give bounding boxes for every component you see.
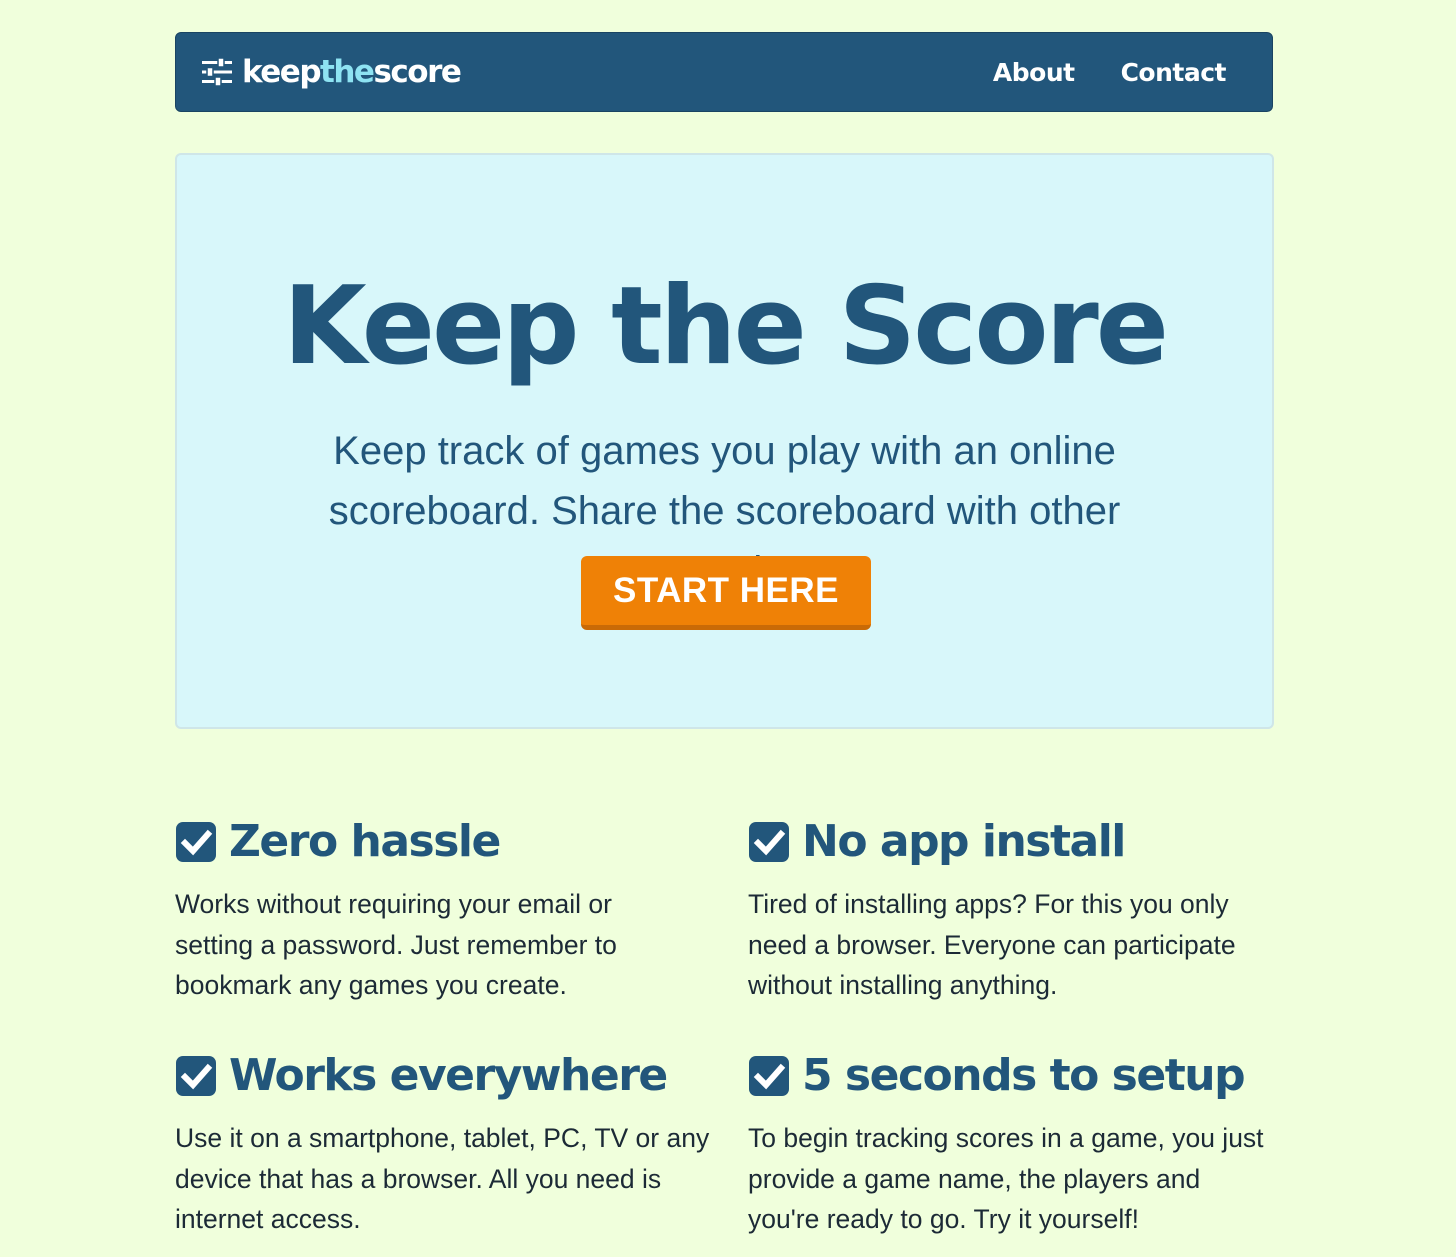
checkbox-icon [176, 1056, 216, 1096]
feature-heading-row: 5 seconds to setup [748, 1048, 1288, 1104]
feature-title: Works everywhere [229, 1050, 668, 1101]
feature-description-line-2: need a browser. Everyone can participate [748, 929, 1236, 960]
feature-description-line-3: bookmark any games you create. [175, 970, 567, 1000]
feature-description: Tired of installing apps? For this you o… [748, 884, 1288, 1006]
sliders-icon [202, 57, 232, 87]
start-here-button[interactable]: START HERE [581, 556, 871, 630]
feature-description-line-2: setting a password. Just remember to [175, 929, 617, 960]
checkbox-icon [749, 1056, 789, 1096]
brand-name-part-score: score [373, 53, 461, 90]
nav-links: About Contact [947, 33, 1227, 111]
brand-logo-link[interactable]: keepthescore [200, 33, 462, 111]
brand-name-part-keep: keep [242, 53, 322, 90]
hero-subtitle-line-1: Keep track of games you play with an onl… [333, 429, 1116, 473]
feature-no-app-install: No app install Tired of installing apps?… [748, 814, 1288, 1006]
feature-description-line-1: To begin tracking scores in a game, you … [748, 1123, 1264, 1153]
feature-description-line-3: without installing anything. [748, 970, 1058, 1000]
feature-description-line-3: you're ready to go. Try it yourself! [748, 1204, 1139, 1234]
feature-heading-row: No app install [748, 814, 1288, 870]
checkbox-icon [176, 822, 216, 862]
feature-heading-row: Works everywhere [175, 1048, 715, 1104]
feature-description-line-2: device that has a browser. All you need … [175, 1163, 662, 1194]
feature-title: Zero hassle [229, 816, 501, 867]
feature-heading-row: Zero hassle [175, 814, 715, 870]
nav-link-about[interactable]: About [993, 58, 1075, 87]
feature-works-everywhere: Works everywhere Use it on a smartphone,… [175, 1048, 715, 1240]
feature-description: Works without requiring your email or set… [175, 884, 715, 1006]
hero-title: Keep the Score [282, 264, 1169, 389]
checkbox-icon [749, 822, 789, 862]
feature-title: No app install [802, 816, 1126, 867]
nav-link-contact[interactable]: Contact [1121, 58, 1227, 87]
brand-name: keepthescore [242, 53, 462, 90]
feature-title: 5 seconds to setup [802, 1050, 1246, 1101]
feature-zero-hassle: Zero hassle Works without requiring your… [175, 814, 715, 1006]
feature-description-line-1: Use it on a smartphone, tablet, PC, TV o… [175, 1123, 710, 1153]
feature-description-line-1: Works without requiring your email or [175, 889, 612, 919]
top-navbar: keepthescore About Contact [175, 32, 1273, 112]
feature-description-line-1: Tired of installing apps? For this you o… [748, 889, 1229, 919]
hero-section: Keep the Score Keep track of games you p… [175, 153, 1274, 729]
feature-five-seconds-setup: 5 seconds to setup To begin tracking sco… [748, 1048, 1288, 1240]
feature-description-line-3: internet access. [175, 1204, 361, 1234]
feature-description-line-2: provide a game name, the players and [748, 1163, 1201, 1194]
feature-description: Use it on a smartphone, tablet, PC, TV o… [175, 1118, 715, 1240]
feature-description: To begin tracking scores in a game, you … [748, 1118, 1288, 1240]
brand-name-part-the: the [320, 53, 375, 90]
